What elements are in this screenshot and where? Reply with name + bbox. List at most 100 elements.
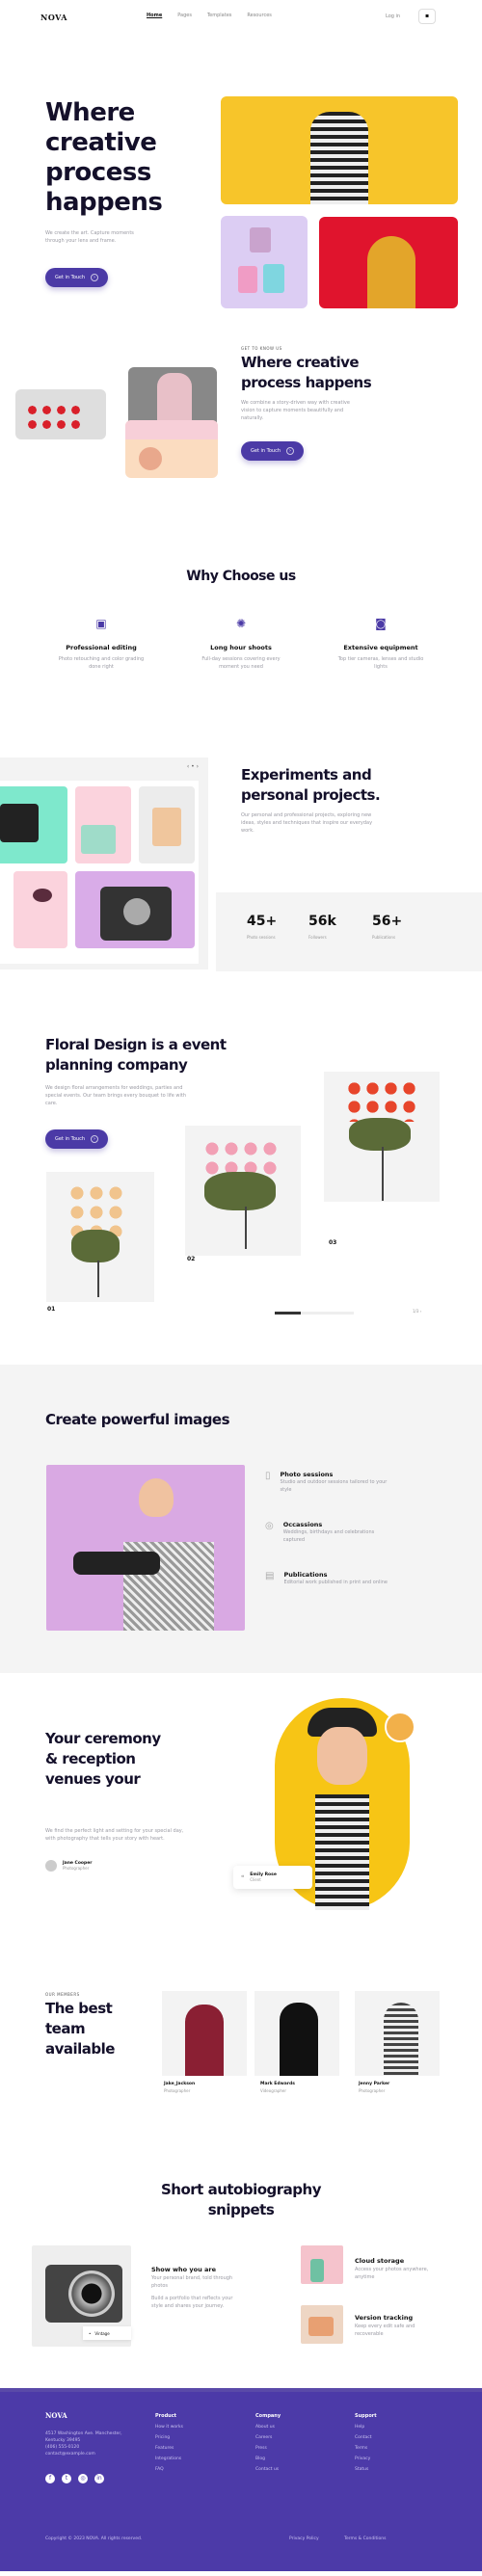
- footer-link[interactable]: How it works: [155, 2425, 183, 2430]
- flower-number: 02: [187, 1256, 196, 1262]
- floral-section: Floral Design is a event planning compan…: [0, 1008, 482, 1365]
- camera-icon: ◙: [375, 617, 387, 630]
- privacy-link[interactable]: Privacy Policy: [289, 2536, 319, 2541]
- create-item: ▯ Photo sessions Studio and outdoor sessi…: [265, 1471, 390, 1494]
- feature-title: Extensive equipment: [343, 644, 418, 651]
- footer-link[interactable]: Terms: [355, 2446, 377, 2451]
- twitter-icon[interactable]: t: [62, 2474, 71, 2483]
- experiments-title-line: personal projects.: [241, 786, 381, 804]
- author: Jane Cooper Photographer: [45, 1860, 93, 1872]
- floral-title: Floral Design is a event planning compan…: [45, 1035, 227, 1076]
- team-member-photo[interactable]: [254, 1991, 339, 2076]
- ceremony-title-line: venues your: [45, 1770, 141, 1788]
- team-member-role: Videographer: [260, 2088, 287, 2093]
- slider-pager[interactable]: 1/3 ›: [413, 1309, 421, 1314]
- footer-link[interactable]: Status: [355, 2467, 377, 2472]
- footer-col-title: Product: [155, 2413, 177, 2419]
- why-section: Why Choose us ▣ Professional editing Pho…: [0, 555, 482, 748]
- snippets-title-line: Short autobiography: [161, 2181, 322, 2198]
- create-item: ◎ Occassions Weddings, birthdays and cele…: [265, 1521, 390, 1544]
- feature-text: Photo retouching and color grading done …: [58, 656, 145, 670]
- team-member-photo[interactable]: [162, 1991, 247, 2076]
- get-in-touch-button[interactable]: Get in Touch ›: [45, 268, 108, 287]
- footer-link[interactable]: Pricing: [155, 2435, 183, 2440]
- footer: NOVA 4517 Washington Ave. Manchester, Ke…: [0, 2388, 482, 2571]
- team-member-photo[interactable]: [355, 1991, 440, 2076]
- about-title-line: Where creative: [241, 354, 360, 371]
- floral-description: We design floral arrangements for weddin…: [45, 1085, 187, 1106]
- team-member-name: Jenny Parker: [359, 2082, 390, 2086]
- logo[interactable]: NOVA: [40, 13, 67, 22]
- snippets-section: Short autobiography snippets • Vintage Sh…: [0, 2164, 482, 2386]
- footer-link[interactable]: Blog: [255, 2456, 281, 2461]
- linkedin-icon[interactable]: in: [94, 2474, 104, 2483]
- terms-link[interactable]: Terms & Conditions: [344, 2536, 386, 2541]
- footer-logo[interactable]: NOVA: [45, 2411, 67, 2420]
- snippets-title-line: snippets: [207, 2201, 275, 2218]
- ceremony-section: Your ceremony & reception venues your We…: [0, 1673, 482, 1962]
- calendar-icon: ◎: [265, 1521, 274, 1531]
- create-title: Create powerful images: [45, 1411, 230, 1428]
- nav-resources[interactable]: Resources: [247, 13, 272, 18]
- snippet-text: Build a portfolio that reflects your sty…: [151, 2296, 233, 2309]
- feature-title: Professional editing: [66, 644, 137, 651]
- team-title-line: available: [45, 2040, 115, 2058]
- footer-link[interactable]: Features: [155, 2446, 183, 2451]
- arrow-icon: ›: [286, 447, 294, 455]
- address-line: 4517 Washington Ave. Manchester,: [45, 2431, 122, 2436]
- create-item: ▤ Publications Editorial work published i…: [265, 1571, 390, 1586]
- hero-title-line: creative: [45, 128, 157, 157]
- floral-get-in-touch-button[interactable]: Get in Touch ›: [45, 1129, 108, 1149]
- nav-pages[interactable]: Pages: [177, 13, 192, 18]
- footer-link[interactable]: Careers: [255, 2435, 281, 2440]
- about-title: Where creative process happens: [241, 353, 372, 393]
- footer-link[interactable]: Privacy: [355, 2456, 377, 2461]
- stat-label: Followers: [308, 935, 327, 940]
- footer-link[interactable]: Press: [255, 2446, 281, 2451]
- facebook-icon[interactable]: f: [45, 2474, 55, 2483]
- hero-title-line: process: [45, 158, 151, 187]
- footer-link[interactable]: Integrations: [155, 2456, 183, 2461]
- about-image-cake: [125, 420, 218, 478]
- instagram-icon[interactable]: ◎: [78, 2474, 88, 2483]
- stats-panel: 45+ Photo sessions 56k Followers 56+ Pub…: [216, 892, 482, 971]
- flower-card[interactable]: [185, 1126, 301, 1256]
- footer-col-company: Company About us Careers Press Blog Cont…: [255, 2413, 281, 2472]
- create-section: Create powerful images ▯ Photo sessions S…: [0, 1365, 482, 1673]
- feature-list: ▣ Professional editing Photo retouching …: [48, 615, 434, 671]
- create-item-title: Publications: [283, 1571, 328, 1579]
- footer-link[interactable]: FAQ: [155, 2467, 183, 2472]
- nav-home[interactable]: Home: [147, 13, 162, 18]
- snippet-text: Access your photos anywhere, anytime: [355, 2267, 429, 2280]
- main-menu: Home Pages Templates Resources: [147, 13, 272, 18]
- footer-address: 4517 Washington Ave. Manchester, Kentuck…: [45, 2430, 122, 2457]
- gallery-grid: [0, 781, 199, 964]
- floral-title-line: Floral Design is a event: [45, 1036, 227, 1053]
- gallery-photo: [75, 786, 131, 863]
- footer-col-product: Product How it works Pricing Features In…: [155, 2413, 183, 2472]
- why-title: Why Choose us: [186, 569, 296, 584]
- footer-link[interactable]: Contact us: [255, 2467, 281, 2472]
- flower-card[interactable]: [46, 1172, 154, 1302]
- address-line: (406) 555-0120: [45, 2445, 80, 2450]
- slider-track[interactable]: [275, 1312, 354, 1315]
- bag-icon[interactable]: ▪: [418, 9, 436, 24]
- about-get-in-touch-button[interactable]: Get in Touch ›: [241, 441, 304, 461]
- footer-link[interactable]: About us: [255, 2425, 281, 2430]
- footer-col-support: Support Help Contact Terms Privacy Statu…: [355, 2413, 377, 2472]
- nav-templates[interactable]: Templates: [207, 13, 231, 18]
- quote-icon: ❝: [241, 1873, 245, 1881]
- footer-link[interactable]: Help: [355, 2425, 377, 2430]
- ceremony-title-line: Your ceremony: [45, 1730, 161, 1747]
- footer-link[interactable]: Contact: [355, 2435, 377, 2440]
- snippet-text: Keep every edit safe and recoverable: [355, 2324, 415, 2337]
- team-title: The best team available: [45, 1999, 115, 2059]
- button-label: Get in Touch: [55, 275, 85, 280]
- floral-title-line: planning company: [45, 1056, 188, 1074]
- feature-text: Full-day sessions covering every moment …: [201, 656, 281, 670]
- button-label: Get in Touch: [55, 1136, 85, 1142]
- login-link[interactable]: Log in: [386, 13, 400, 19]
- feature-item: ◙ Extensive equipment Top tier cameras, …: [328, 615, 434, 671]
- tag-icon: •: [89, 2330, 92, 2336]
- flower-card[interactable]: [324, 1072, 440, 1202]
